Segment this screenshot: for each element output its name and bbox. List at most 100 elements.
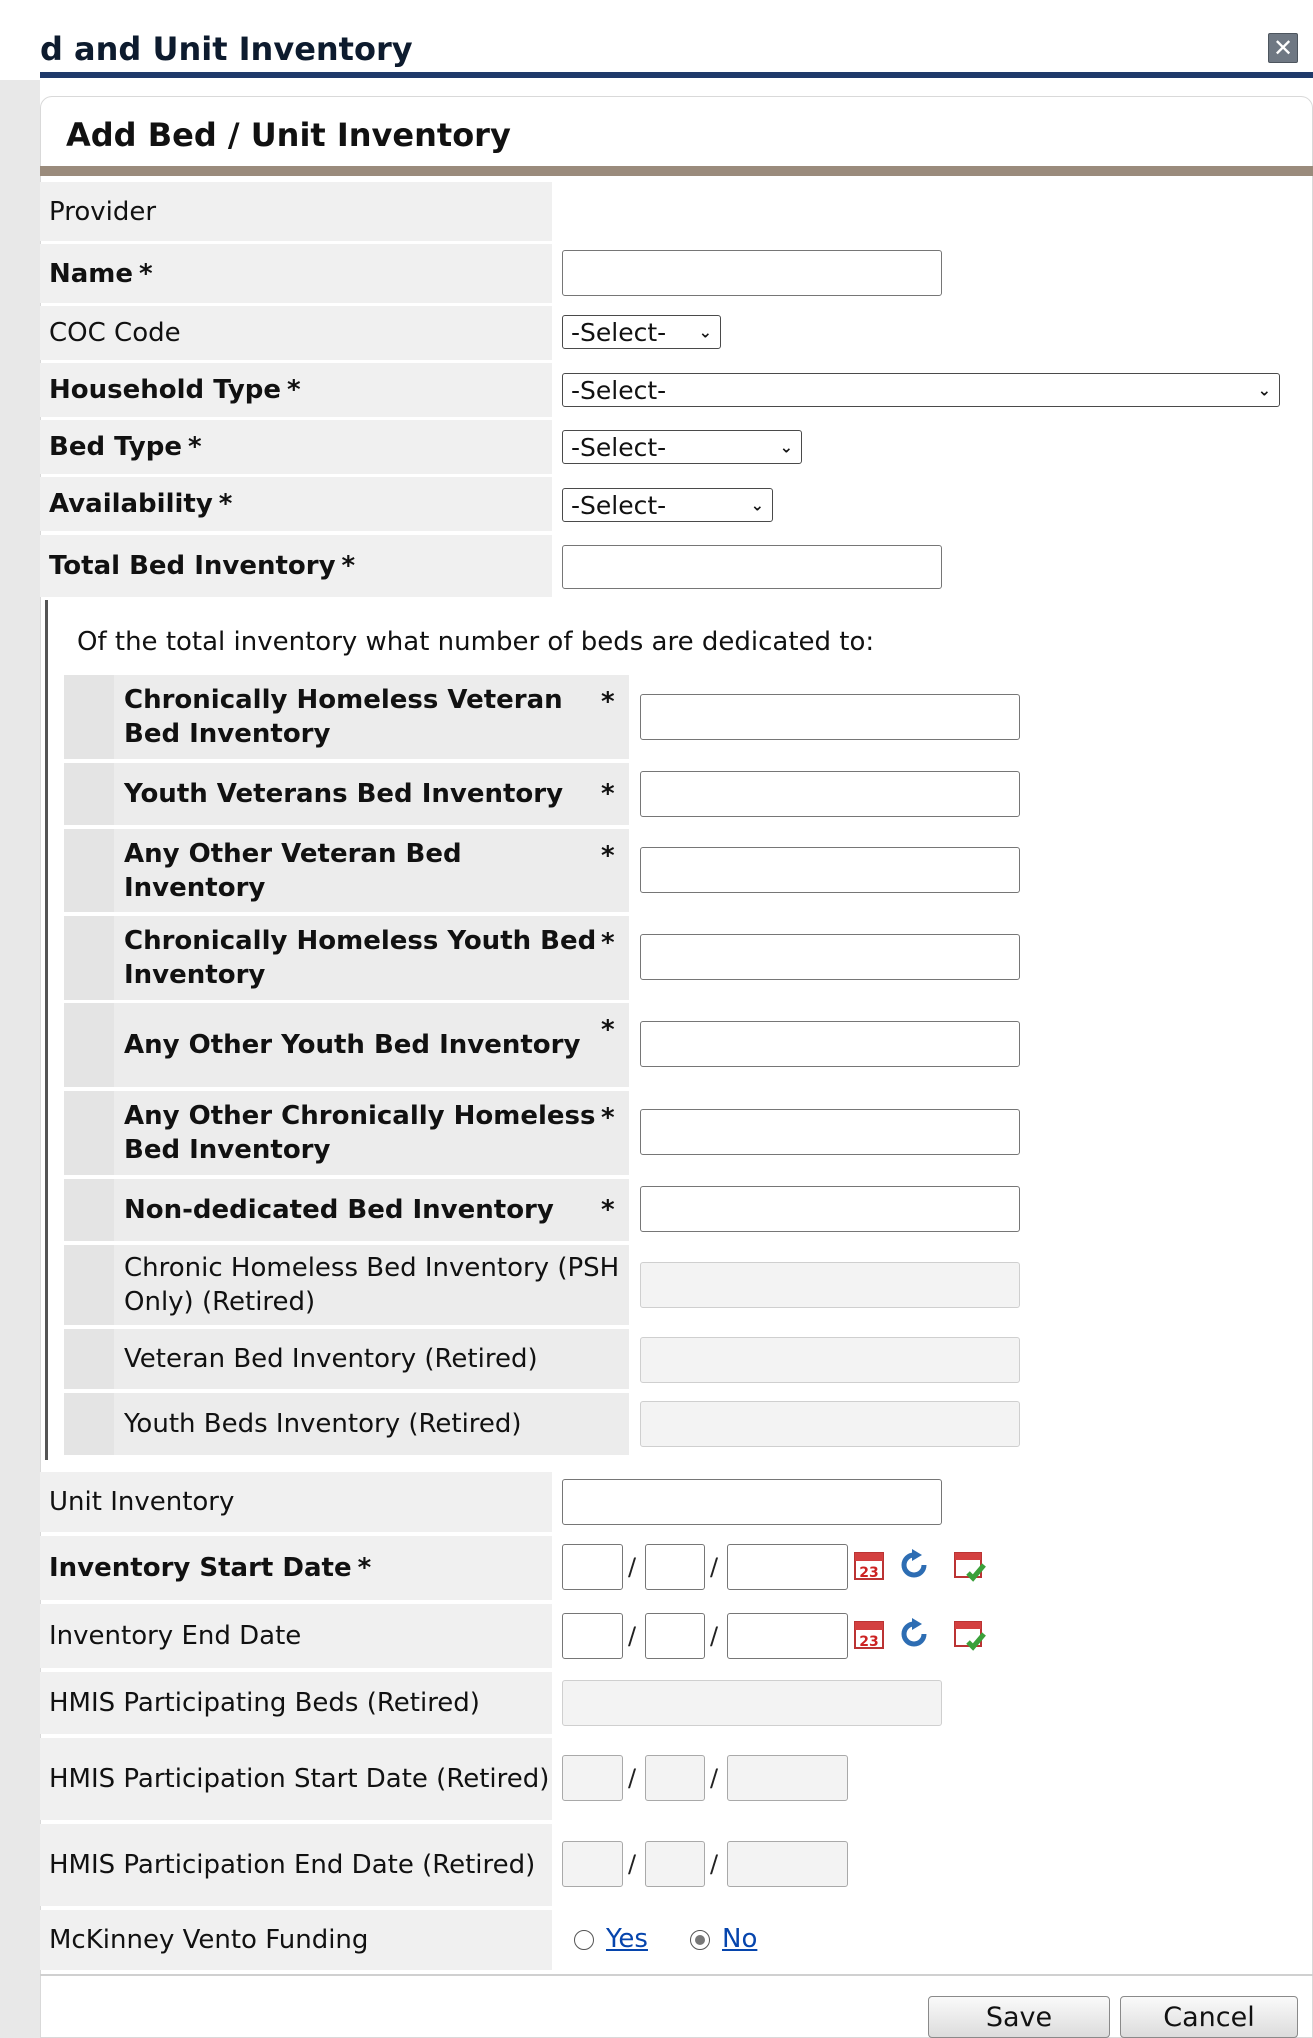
panel-header: Add Bed / Unit Inventory: [40, 100, 1313, 166]
dedicated-row-label: Youth Veterans Bed Inventory *: [124, 779, 615, 809]
coc-code-label: COC Code: [40, 306, 552, 360]
total-bed-inventory-input[interactable]: [562, 545, 942, 589]
household-type-row: Household Type * -Select- ⌄: [40, 363, 1313, 417]
start-day-input[interactable]: [645, 1544, 705, 1590]
end-month-input[interactable]: [562, 1613, 623, 1659]
hmis-participating-beds-row: HMIS Participating Beds (Retired): [40, 1672, 1313, 1734]
calendar-today-icon[interactable]: [952, 1616, 988, 1652]
other-veteran-bed-input[interactable]: [640, 847, 1020, 893]
dedicated-row: Any Other Youth Bed Inventory *: [64, 1003, 629, 1087]
mckinney-yes-link[interactable]: Yes: [606, 1924, 648, 1954]
title-divider: [40, 72, 1313, 78]
bed-type-select[interactable]: -Select- ⌄: [562, 430, 802, 464]
dedicated-row-label: Non-dedicated Bed Inventory *: [124, 1195, 615, 1225]
retired-row-label: Chronic Homeless Bed Inventory (PSH Only…: [124, 1253, 620, 1317]
chevron-down-icon: ⌄: [779, 437, 793, 457]
retired-row-label: Veteran Bed Inventory (Retired): [124, 1344, 538, 1374]
start-year-input[interactable]: [727, 1544, 848, 1590]
non-dedicated-bed-input[interactable]: [640, 1186, 1020, 1232]
dedicated-section-intro: Of the total inventory what number of be…: [77, 627, 875, 657]
other-youth-bed-input[interactable]: [640, 1021, 1020, 1067]
hmis-start-day-input: [645, 1755, 705, 1801]
name-row: Name *: [40, 244, 1313, 303]
mckinney-yes-radio[interactable]: [574, 1930, 594, 1950]
other-ch-bed-input[interactable]: [640, 1109, 1020, 1155]
close-icon[interactable]: ✕: [1268, 33, 1298, 63]
availability-row: Availability * -Select- ⌄: [40, 477, 1313, 531]
dedicated-row-label: Chronically Homeless Veteran Bed Invento…: [124, 685, 615, 749]
hmis-participating-beds-label: HMIS Participating Beds (Retired): [40, 1672, 552, 1734]
provider-row: Provider: [40, 182, 1313, 241]
hmis-start-month-input: [562, 1755, 623, 1801]
hmis-end-month-input: [562, 1841, 623, 1887]
inventory-end-date-label: Inventory End Date: [40, 1604, 552, 1668]
calendar-icon[interactable]: 23: [852, 1547, 888, 1583]
availability-label: Availability *: [40, 477, 552, 531]
dialog-titlebar: d and Unit Inventory ✕: [0, 0, 1313, 76]
dedicated-section-border: [45, 600, 48, 1460]
hmis-end-day-input: [645, 1841, 705, 1887]
retired-row-label: Youth Beds Inventory (Retired): [124, 1409, 522, 1439]
mckinney-no-link[interactable]: No: [722, 1924, 757, 1954]
panel-title: Add Bed / Unit Inventory: [66, 116, 511, 154]
unit-inventory-input[interactable]: [562, 1479, 942, 1525]
retired-row: Chronic Homeless Bed Inventory (PSH Only…: [64, 1245, 629, 1325]
dedicated-row-label: Any Other Chronically Homeless Bed Inven…: [124, 1101, 615, 1165]
start-month-input[interactable]: [562, 1544, 623, 1590]
end-year-input[interactable]: [727, 1613, 848, 1659]
calendar-icon[interactable]: 23: [852, 1616, 888, 1652]
hmis-participation-start-label: HMIS Participation Start Date (Retired): [40, 1738, 552, 1820]
hmis-participation-end-label: HMIS Participation End Date (Retired): [40, 1824, 552, 1906]
availability-select[interactable]: -Select- ⌄: [562, 488, 773, 522]
bed-type-row: Bed Type * -Select- ⌄: [40, 420, 1313, 474]
youth-veterans-bed-input[interactable]: [640, 771, 1020, 817]
retired-row: Youth Beds Inventory (Retired): [64, 1393, 629, 1455]
coc-code-select[interactable]: -Select- ⌄: [562, 315, 721, 349]
total-bed-inventory-label: Total Bed Inventory *: [40, 535, 552, 597]
household-type-select[interactable]: -Select- ⌄: [562, 373, 1280, 407]
dialog: d and Unit Inventory ✕ Add Bed / Unit In…: [0, 0, 1313, 2038]
coc-code-row: COC Code -Select- ⌄: [40, 306, 1313, 360]
calendar-today-icon[interactable]: [952, 1547, 988, 1583]
svg-text:23: 23: [859, 1565, 878, 1581]
dedicated-row-label: Any Other Veteran Bed Inventory *: [124, 838, 615, 903]
refresh-icon[interactable]: [896, 1616, 932, 1652]
retired-row: Veteran Bed Inventory (Retired): [64, 1329, 629, 1389]
save-button[interactable]: Save: [928, 1996, 1110, 2038]
chevron-down-icon: ⌄: [750, 495, 764, 515]
mckinney-vento-label: McKinney Vento Funding: [40, 1910, 552, 1970]
dedicated-row: Any Other Chronically Homeless Bed Inven…: [64, 1091, 629, 1175]
provider-label: Provider: [40, 182, 552, 241]
veteran-bed-retired-input: [640, 1337, 1020, 1383]
end-day-input[interactable]: [645, 1613, 705, 1659]
bed-type-label: Bed Type *: [40, 420, 552, 474]
unit-inventory-row: Unit Inventory: [40, 1472, 1313, 1532]
cancel-button[interactable]: Cancel: [1120, 1996, 1298, 2038]
panel-divider: [40, 166, 1313, 176]
name-label: Name *: [40, 244, 552, 303]
ch-veteran-bed-input[interactable]: [640, 694, 1020, 740]
unit-inventory-label: Unit Inventory: [40, 1472, 552, 1532]
ch-youth-bed-input[interactable]: [640, 934, 1020, 980]
dedicated-row: Youth Veterans Bed Inventory *: [64, 763, 629, 825]
chevron-down-icon: ⌄: [1257, 380, 1271, 400]
dedicated-row: Non-dedicated Bed Inventory *: [64, 1179, 629, 1241]
total-bed-inventory-row: Total Bed Inventory *: [40, 535, 1313, 597]
chevron-down-icon: ⌄: [698, 322, 712, 342]
inventory-start-date-label: Inventory Start Date *: [40, 1536, 552, 1600]
left-gutter: [0, 80, 40, 2038]
hmis-end-year-input: [727, 1841, 848, 1887]
name-input[interactable]: [562, 250, 942, 296]
footer-divider: [40, 1974, 1313, 1976]
ch-bed-psh-input: [640, 1262, 1020, 1308]
refresh-icon[interactable]: [896, 1547, 932, 1583]
youth-beds-retired-input: [640, 1401, 1020, 1447]
dedicated-row: Chronically Homeless Youth Bed Inventory…: [64, 916, 629, 1000]
mckinney-vento-row: McKinney Vento Funding: [40, 1910, 1313, 1970]
dialog-title: d and Unit Inventory: [40, 30, 413, 68]
dedicated-row: Chronically Homeless Veteran Bed Invento…: [64, 675, 629, 759]
mckinney-no-radio[interactable]: [690, 1930, 710, 1950]
svg-text:23: 23: [859, 1634, 878, 1650]
dedicated-row-label: Chronically Homeless Youth Bed Inventory…: [124, 926, 615, 990]
hmis-participating-beds-input: [562, 1680, 942, 1726]
